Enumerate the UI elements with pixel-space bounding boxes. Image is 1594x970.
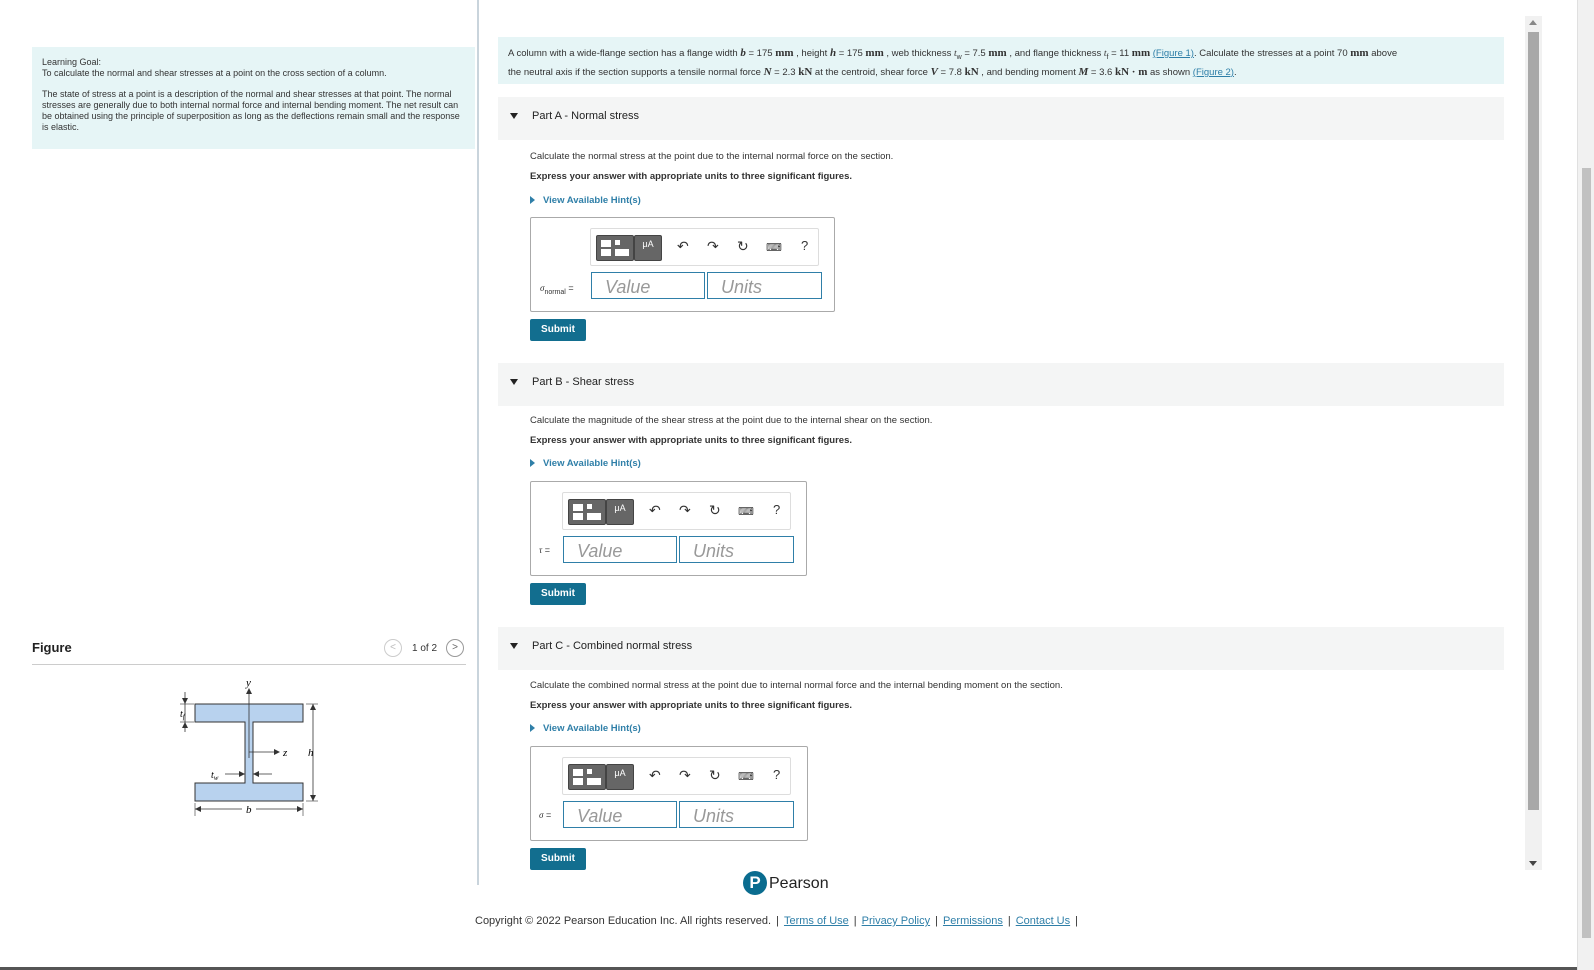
part-b-value-input[interactable]: Value [563,536,677,563]
z-axis-arrow [274,749,280,755]
part-a-symbol: σnormal = [540,283,574,296]
h-dimension-label: h [308,747,314,759]
learning-goal-box: Learning Goal: To calculate the normal a… [32,47,475,149]
tw-dimension-label: tw [211,770,219,782]
part-a-title: Part A - Normal stress [532,110,639,122]
reset-icon[interactable]: ↻ [709,503,721,517]
figure-2-link[interactable]: (Figure 2) [1193,67,1234,78]
part-c-title: Part C - Combined normal stress [532,640,693,652]
left-panel: Learning Goal: To calculate the normal a… [0,0,479,885]
part-b-express: Express your answer with appropriate uni… [530,435,853,446]
part-b-units-input[interactable]: Units [679,536,794,563]
figure-title: Figure [32,640,72,655]
figure-next-button[interactable]: > [446,639,464,657]
collapse-arrow-icon[interactable] [510,379,518,385]
part-c-symbol: σ = [539,810,552,820]
reset-icon[interactable]: ↻ [709,768,721,782]
units-icon[interactable]: μA [606,499,634,525]
part-b-symbol: τ = [539,545,550,555]
keyboard-icon[interactable]: ⌨ [766,241,782,255]
figure-header: Figure < 1 of 2 > [32,636,466,665]
scroll-thumb[interactable] [1528,32,1539,810]
help-icon[interactable]: ? [801,239,808,253]
units-icon[interactable]: μA [606,764,634,790]
collapse-arrow-icon[interactable] [510,643,518,649]
templates-icon[interactable] [596,235,634,261]
templates-icon[interactable] [568,499,606,525]
part-c-value-input[interactable]: Value [563,801,677,828]
learning-goal-paragraph: The state of stress at a point is a desc… [42,89,460,132]
part-a-units-input[interactable]: Units [707,272,822,299]
part-c-submit-button[interactable]: Submit [530,848,586,870]
z-axis-label: z [282,747,288,759]
keyboard-icon[interactable]: ⌨ [738,770,754,784]
contact-link[interactable]: Contact Us [1016,915,1070,927]
part-c-units-input[interactable]: Units [679,801,794,828]
part-a-toolbar: μA ↶ ↷ ↻ ⌨ ? [590,228,819,266]
figure-prev-button[interactable]: < [384,639,402,657]
part-c-toolbar: μA ↶ ↷ ↻ ⌨ ? [562,757,791,795]
page-scroll-thumb[interactable] [1582,168,1591,938]
keyboard-icon[interactable]: ⌨ [738,505,754,519]
part-b-submit-button[interactable]: Submit [530,583,586,605]
content-scrollbar[interactable] [1525,16,1542,870]
figure-page-count: 1 of 2 [412,643,438,654]
wide-flange-figure: y z h b tf tw [180,677,318,816]
part-c-instruction: Calculate the combined normal stress at … [530,680,1063,691]
permissions-link[interactable]: Permissions [943,915,1003,927]
part-c-answer-box: μA ↶ ↷ ↻ ⌨ ? σ = Value Units [530,746,808,841]
part-b-header[interactable]: Part B - Shear stress [498,363,1504,406]
redo-icon[interactable]: ↷ [679,503,691,517]
part-a-value-input[interactable]: Value [591,272,705,299]
part-b-toolbar: μA ↶ ↷ ↻ ⌨ ? [562,492,791,530]
collapse-arrow-icon[interactable] [510,113,518,119]
learning-goal-title: Learning Goal: [42,57,102,67]
expand-triangle-icon [530,724,535,732]
expand-triangle-icon [530,196,535,204]
part-a-express: Express your answer with appropriate uni… [530,171,853,182]
page-scrollbar[interactable] [1577,0,1594,970]
pearson-p-icon: P [743,871,767,895]
part-a-header[interactable]: Part A - Normal stress [498,97,1504,140]
part-b-title: Part B - Shear stress [532,376,635,388]
copyright-text: Copyright © 2022 Pearson Education Inc. … [475,915,772,927]
reset-icon[interactable]: ↻ [737,239,749,253]
learning-goal-text: To calculate the normal and shear stress… [42,68,387,78]
part-a-answer-box: μA ↶ ↷ ↻ ⌨ ? σnormal = Value Units [530,217,835,312]
scroll-down-arrow-icon[interactable] [1529,861,1537,866]
figure-1-link[interactable]: (Figure 1) [1153,48,1194,59]
part-a-instruction: Calculate the normal stress at the point… [530,151,894,162]
part-b-instruction: Calculate the magnitude of the shear str… [530,415,933,426]
undo-icon[interactable]: ↶ [677,239,689,253]
part-c-header[interactable]: Part C - Combined normal stress [498,627,1504,670]
expand-triangle-icon [530,459,535,467]
footer: Copyright © 2022 Pearson Education Inc. … [475,915,1078,927]
part-a-hint-link[interactable]: View Available Hint(s) [530,195,641,206]
part-b-hint-link[interactable]: View Available Hint(s) [530,458,641,469]
part-a-submit-button[interactable]: Submit [530,319,586,341]
y-axis-label: y [245,677,251,689]
pearson-brand: Pearson [769,875,829,892]
problem-line-1: A column with a wide-flange section has … [508,47,1398,61]
scroll-up-arrow-icon[interactable] [1529,20,1537,25]
part-c-express: Express your answer with appropriate uni… [530,700,853,711]
help-icon[interactable]: ? [773,503,780,517]
part-c-hint-link[interactable]: View Available Hint(s) [530,723,641,734]
undo-icon[interactable]: ↶ [649,768,661,782]
terms-link[interactable]: Terms of Use [784,915,849,927]
templates-icon[interactable] [568,764,606,790]
help-icon[interactable]: ? [773,768,780,782]
b-dimension-label: b [246,804,252,816]
problem-line-2: the neutral axis if the section supports… [508,65,1237,78]
undo-icon[interactable]: ↶ [649,503,661,517]
problem-statement: A column with a wide-flange section has … [498,37,1504,84]
part-b-answer-box: μA ↶ ↷ ↻ ⌨ ? τ = Value Units [530,481,807,576]
redo-icon[interactable]: ↷ [707,239,719,253]
redo-icon[interactable]: ↷ [679,768,691,782]
units-icon[interactable]: μA [634,235,662,261]
privacy-link[interactable]: Privacy Policy [862,915,930,927]
